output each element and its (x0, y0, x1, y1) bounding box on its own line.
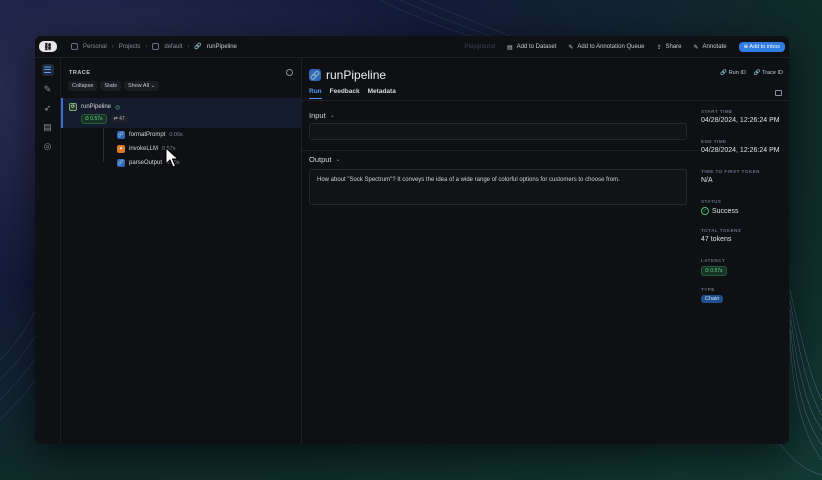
pencil-icon: ✎ (568, 44, 574, 51)
chevron-down-icon: ⌄ (329, 113, 335, 119)
check-icon: ✓ (701, 207, 709, 215)
node-name: runPipeline (81, 104, 112, 110)
section-divider (302, 150, 698, 151)
chevron-down-icon: ⌄ (150, 83, 156, 89)
trace-title: TRACE (69, 70, 91, 76)
output-box: How about "Sock Spectrum"? It conveys th… (309, 169, 687, 205)
type-label: TYPE (701, 287, 715, 292)
annotation-nav-icon[interactable]: ✎ (42, 83, 54, 95)
deploy-nav-icon[interactable]: ➶ (42, 102, 54, 114)
top-bar: ⛓ Personal › Projects › default › 🔗 runP… (35, 36, 789, 58)
datasets-nav-icon[interactable]: ▤ (42, 121, 54, 133)
ttft-label: TIME TO FIRST TOKEN (701, 169, 760, 174)
add-to-annotation-queue-button[interactable]: ✎ Add to Annotation Queue (568, 44, 644, 51)
breadcrumb-separator: › (111, 43, 114, 50)
collapse-button[interactable]: Collapse (68, 81, 98, 91)
status-value: ✓ Success (701, 207, 739, 215)
projects-nav-icon[interactable]: ☰ (41, 64, 54, 76)
trace-id-button[interactable]: 🔗 Trace ID (754, 70, 783, 76)
breadcrumb-personal[interactable]: Personal (83, 44, 107, 50)
ttft-value: N/A (701, 177, 713, 184)
mouse-cursor-icon (165, 147, 179, 168)
start-time-label: START TIME (701, 109, 733, 114)
tab-bar: Run Feedback Metadata (309, 88, 396, 99)
add-to-inbox-button[interactable]: ⊕ Add to inbox (738, 42, 785, 52)
database-icon: ▤ (507, 44, 513, 51)
input-section-header[interactable]: Input ⌄ (309, 111, 335, 120)
breadcrumb: Personal › Projects › default › 🔗 runPip… (71, 43, 237, 50)
node-name: parseOutput (129, 160, 163, 166)
output-section-header[interactable]: Output ⌄ (309, 155, 341, 164)
chain-icon: 🔗 (117, 131, 125, 139)
llm-icon: ✦ (117, 145, 125, 153)
trace-panel: TRACE Collapse Stats Show All ⌄ ⟳ runPip… (61, 58, 302, 444)
latency-value: ⏱ 0.57s (701, 266, 727, 276)
annotate-button[interactable]: ✎ Annotate (694, 44, 727, 51)
run-title: 🔗 runPipeline (309, 68, 386, 82)
tree-connector (103, 128, 104, 162)
stats-button[interactable]: Stats (100, 81, 121, 91)
chain-icon: 🔗 (117, 159, 125, 167)
top-actions: Playground ▤ Add to Dataset ✎ Add to Annot… (465, 36, 785, 58)
add-to-dataset-button[interactable]: ▤ Add to Dataset (507, 44, 556, 51)
run-icon: ⟳ (69, 103, 77, 111)
logo[interactable]: ⛓ (35, 36, 61, 58)
langsmith-logo-icon: ⛓ (39, 41, 57, 52)
success-icon: ◎ (115, 104, 121, 111)
user-icon (71, 43, 78, 50)
run-id-button[interactable]: 🔗 Run ID (720, 70, 746, 76)
show-all-dropdown[interactable]: Show All ⌄ (123, 81, 160, 91)
pencil-icon: ✎ (693, 44, 699, 51)
status-label: STATUS (701, 199, 722, 204)
chain-icon: 🔗 (309, 69, 321, 81)
tab-run[interactable]: Run (309, 88, 322, 99)
breadcrumb-projects[interactable]: Projects (119, 44, 141, 50)
breadcrumb-separator: › (187, 43, 190, 50)
breadcrumb-separator: › (145, 43, 148, 50)
start-time-value: 04/28/2024, 12:26:24 PM (701, 117, 780, 124)
latency-label: LATENCY (701, 258, 726, 263)
id-links: 🔗 Run ID 🔗 Trace ID (720, 70, 783, 76)
tokens-badge: ⇄ 47 (110, 115, 128, 123)
total-tokens-label: TOTAL TOKENS (701, 228, 742, 233)
left-rail: ☰ ✎ ➶ ▤ ◎ (35, 58, 61, 444)
project-icon (152, 43, 160, 50)
type-badge: Chain (701, 295, 724, 303)
tab-feedback[interactable]: Feedback (330, 88, 360, 99)
share-icon: ⇪ (656, 44, 662, 51)
hub-nav-icon[interactable]: ◎ (42, 140, 54, 152)
split-view-icon[interactable] (775, 90, 782, 96)
metadata-panel: 🔗 Run ID 🔗 Trace ID START TIME 04/28/202… (698, 58, 789, 444)
node-latency: 0.00s (169, 132, 183, 138)
latency-badge: ⏱ 0.57s (701, 266, 727, 276)
chevron-down-icon: ⌄ (335, 157, 341, 163)
node-name: invokeLLM (129, 146, 159, 152)
run-title-text: runPipeline (326, 68, 387, 82)
tab-metadata[interactable]: Metadata (368, 88, 396, 99)
end-time-value: 04/28/2024, 12:26:24 PM (701, 147, 780, 154)
playground-button[interactable]: Playground (465, 44, 495, 50)
run-detail: 🔗 runPipeline Run Feedback Metadata Inpu… (302, 58, 788, 444)
breadcrumb-current: runPipeline (206, 43, 237, 50)
total-tokens-value: 47 tokens (701, 236, 732, 243)
breadcrumb-default[interactable]: default (164, 44, 182, 50)
trace-controls: Collapse Stats Show All ⌄ (68, 81, 160, 91)
output-text: How about "Sock Spectrum"? It conveys th… (317, 177, 620, 183)
share-button[interactable]: ⇪ Share (656, 44, 681, 51)
input-box (309, 123, 687, 140)
tree-node-root[interactable]: ⟳ runPipeline ◎ (69, 103, 120, 111)
link-icon: 🔗 (194, 44, 202, 50)
latency-badge: ⏱ 0.57s (81, 114, 107, 124)
root-stats: ⏱ 0.57s ⇄ 47 (81, 114, 128, 124)
toggle-icon[interactable] (286, 69, 293, 76)
type-value: Chain (701, 295, 724, 303)
app-window: ⛓ Personal › Projects › default › 🔗 runP… (35, 36, 789, 444)
node-name: formatPrompt (129, 132, 166, 138)
end-time-label: END TIME (701, 139, 727, 144)
tree-node[interactable]: 🔗 formatPrompt 0.00s (117, 131, 183, 139)
